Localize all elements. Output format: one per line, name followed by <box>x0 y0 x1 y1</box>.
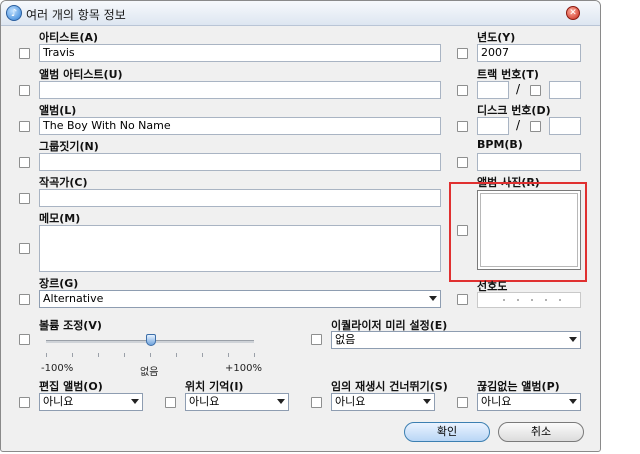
chevron-down-icon <box>569 399 577 404</box>
volume-slider-thumb[interactable] <box>146 334 156 346</box>
skip-shuffle-checkbox[interactable] <box>311 397 322 408</box>
rating-dot-icon <box>517 299 519 301</box>
equalizer-value: 없음 <box>335 333 356 346</box>
gapless-checkbox[interactable] <box>457 397 468 408</box>
album-label: 앨범(L) <box>39 104 77 117</box>
cancel-button[interactable]: 취소 <box>498 422 584 442</box>
skip-shuffle-label: 임의 재생시 건너뛰기(S) <box>331 380 448 393</box>
compilation-value: 아니요 <box>43 395 74 408</box>
chevron-down-icon <box>569 337 577 342</box>
rating-dot-icon <box>531 299 533 301</box>
compilation-combobox[interactable]: 아니요 <box>39 393 143 411</box>
slider-tick <box>150 353 151 357</box>
composer-field[interactable] <box>39 189 441 207</box>
disc-count-field[interactable] <box>549 117 581 135</box>
chevron-down-icon <box>131 399 139 404</box>
gapless-combobox[interactable]: 아니요 <box>477 393 581 411</box>
slider-tick <box>254 353 255 357</box>
chevron-down-icon <box>423 399 431 404</box>
volume-adjustment-checkbox[interactable] <box>19 334 30 345</box>
album-checkbox[interactable] <box>19 121 30 132</box>
remember-position-label: 위치 기억(I) <box>185 380 244 393</box>
genre-label: 장르(G) <box>39 277 79 290</box>
rating-dot-icon <box>545 299 547 301</box>
chevron-down-icon <box>429 296 437 301</box>
multiple-item-info-dialog: ♪ 여러 개의 항목 정보 ✕ 아티스트(A) Travis 년도(Y) 200… <box>0 0 601 452</box>
gapless-value: 아니요 <box>481 395 512 408</box>
grouping-field[interactable] <box>39 153 441 171</box>
bpm-label: BPM(B) <box>477 138 523 151</box>
rating-stars[interactable] <box>477 292 581 308</box>
track-count-checkbox[interactable] <box>530 85 541 96</box>
itunes-icon: ♪ <box>6 5 22 21</box>
remember-position-combobox[interactable]: 아니요 <box>185 393 289 411</box>
album-artist-field[interactable] <box>39 81 441 99</box>
year-label: 년도(Y) <box>477 31 516 44</box>
compilation-label: 편집 앨범(O) <box>39 380 103 393</box>
disc-number-field[interactable] <box>477 117 509 135</box>
artist-field[interactable]: Travis <box>39 44 441 62</box>
remember-position-checkbox[interactable] <box>165 397 176 408</box>
track-separator: / <box>516 82 521 96</box>
genre-checkbox[interactable] <box>19 294 30 305</box>
comments-field[interactable] <box>39 225 441 272</box>
rating-dot-icon <box>559 299 561 301</box>
skip-shuffle-value: 아니요 <box>335 395 366 408</box>
track-number-checkbox[interactable] <box>457 85 468 96</box>
grouping-label: 그룹짓기(N) <box>39 140 99 153</box>
remember-position-value: 아니요 <box>189 395 220 408</box>
ok-button[interactable]: 확인 <box>404 422 490 442</box>
album-field[interactable]: The Boy With No Name <box>39 117 441 135</box>
artist-checkbox[interactable] <box>19 48 30 59</box>
slider-tick <box>98 353 99 357</box>
close-icon[interactable]: ✕ <box>566 6 580 20</box>
composer-checkbox[interactable] <box>19 193 30 204</box>
bpm-checkbox[interactable] <box>457 157 468 168</box>
slider-tick <box>46 353 47 357</box>
equalizer-checkbox[interactable] <box>311 334 322 345</box>
genre-value: Alternative <box>43 292 104 305</box>
album-artist-label: 앨범 아티스트(U) <box>39 68 123 81</box>
album-artist-checkbox[interactable] <box>19 85 30 96</box>
slider-tick <box>202 353 203 357</box>
artist-label: 아티스트(A) <box>39 31 99 44</box>
year-field[interactable]: 2007 <box>477 44 581 62</box>
volume-min-label: -100% <box>41 363 74 374</box>
slider-tick <box>176 353 177 357</box>
disc-number-checkbox[interactable] <box>457 121 468 132</box>
chevron-down-icon <box>277 399 285 404</box>
volume-max-label: +100% <box>225 363 262 374</box>
track-number-field[interactable] <box>477 81 509 99</box>
equalizer-combobox[interactable]: 없음 <box>331 331 581 349</box>
disc-number-label: 디스크 번호(D) <box>477 104 551 117</box>
comments-checkbox[interactable] <box>19 243 30 254</box>
disc-separator: / <box>516 118 521 132</box>
comments-label: 메모(M) <box>39 212 81 225</box>
skip-shuffle-combobox[interactable]: 아니요 <box>331 393 435 411</box>
slider-tick <box>228 353 229 357</box>
track-count-field[interactable] <box>549 81 581 99</box>
slider-tick <box>72 353 73 357</box>
gapless-label: 끊김없는 앨범(P) <box>477 380 560 393</box>
title-bar: ♪ 여러 개의 항목 정보 ✕ <box>1 1 600 26</box>
volume-mid-label: 없음 <box>140 367 159 378</box>
bpm-field[interactable] <box>477 153 581 171</box>
compilation-checkbox[interactable] <box>19 397 30 408</box>
composer-label: 작곡가(C) <box>39 176 88 189</box>
grouping-checkbox[interactable] <box>19 157 30 168</box>
track-number-label: 트랙 번호(T) <box>477 68 539 81</box>
slider-tick <box>124 353 125 357</box>
window-title: 여러 개의 항목 정보 <box>26 8 126 22</box>
volume-adjustment-label: 볼륨 조정(V) <box>39 319 102 332</box>
genre-combobox[interactable]: Alternative <box>39 290 441 308</box>
rating-dot-icon <box>503 299 505 301</box>
artwork-highlight <box>449 182 587 282</box>
rating-checkbox[interactable] <box>457 294 468 305</box>
disc-count-checkbox[interactable] <box>530 121 541 132</box>
year-checkbox[interactable] <box>457 48 468 59</box>
